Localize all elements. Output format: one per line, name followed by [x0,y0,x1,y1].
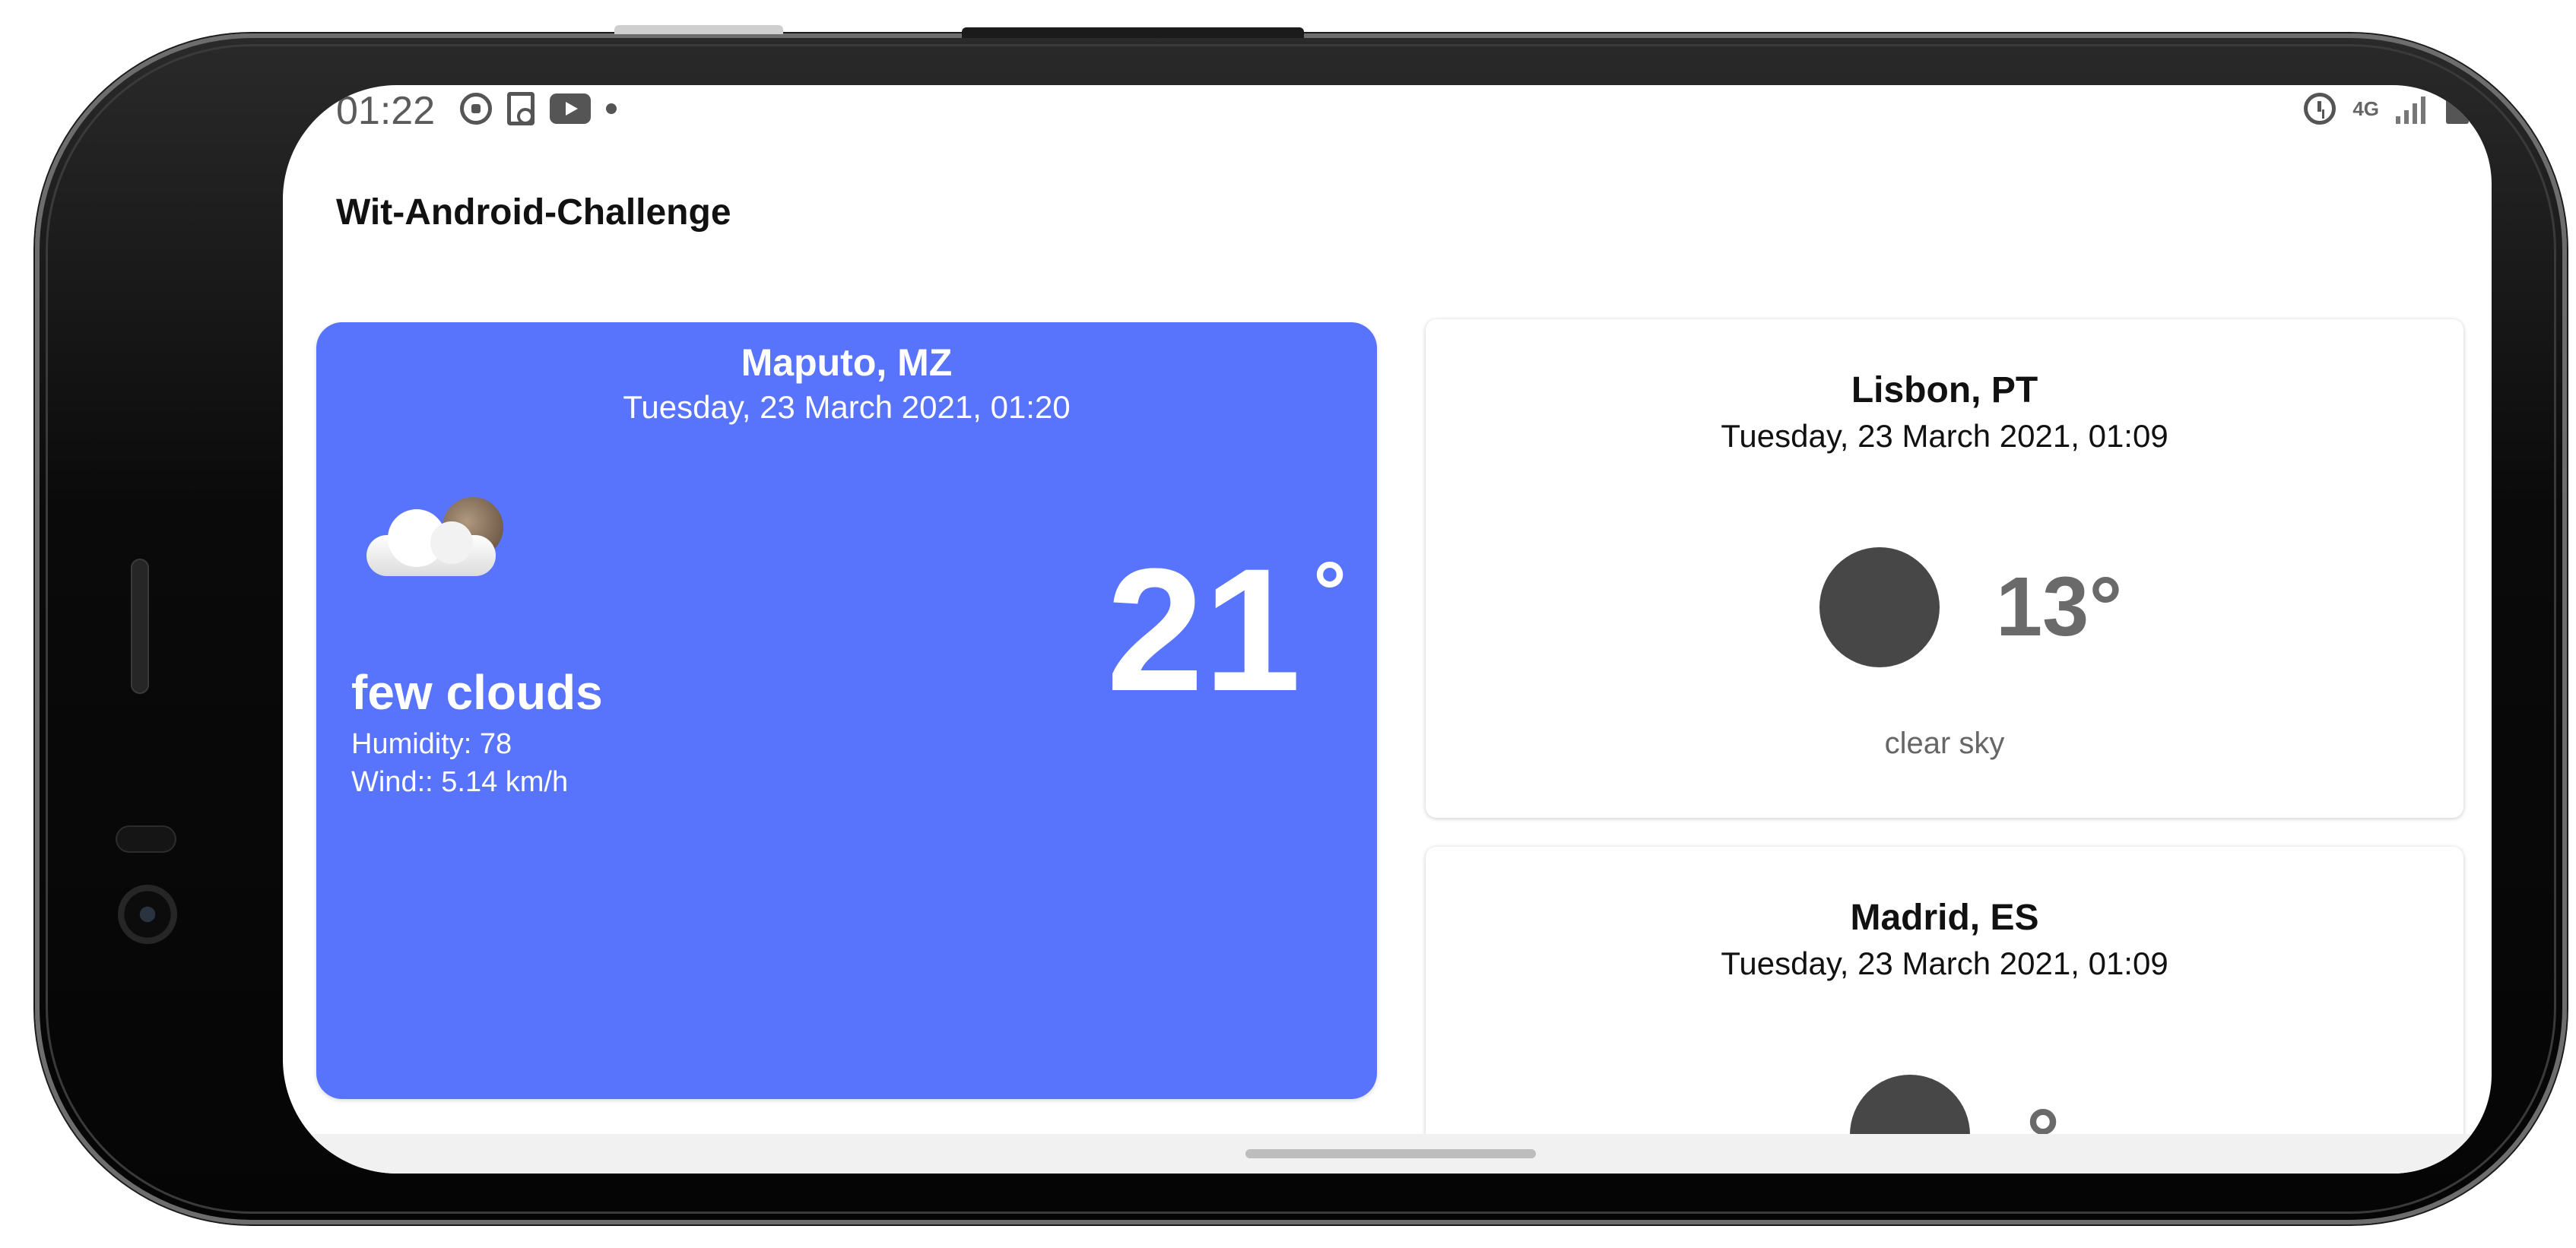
document-search-icon [507,92,535,125]
battery-icon [2446,93,2469,124]
card-city: Maputo, MZ [741,341,953,384]
status-time: 01:22 [336,89,436,133]
app-title: Wit-Android-Challenge [336,192,731,233]
card-city: Madrid, ES [1850,898,2039,938]
weather-description: clear sky [1884,727,2005,760]
whatsapp-icon [460,93,492,125]
front-camera [118,885,177,944]
moon-icon [1819,547,1940,667]
navigation-bar [283,1134,2492,1174]
city-weather-card[interactable]: Madrid, ES Tuesday, 23 March 2021, 01:09… [1426,847,2463,1174]
card-date: Tuesday, 23 March 2021, 01:09 [1721,946,2168,981]
phone-button [614,25,783,34]
humidity-label: Humidity: 78 [351,728,512,760]
speaker-grille [131,559,149,694]
network-4g-icon: 4G [2352,97,2379,120]
current-weather-card[interactable]: Maputo, MZ Tuesday, 23 March 2021, 01:20… [316,322,1377,1099]
card-date: Tuesday, 23 March 2021, 01:09 [1721,418,2168,454]
card-temperature: 13° [1996,560,2123,654]
weather-description: few clouds [351,665,603,720]
wind-label: Wind:: 5.14 km/h [351,766,569,798]
degree-symbol: ° [1313,545,1347,638]
phone-screen: 01:22 4G Wit-Android-Challenge Maputo, M… [283,85,2492,1174]
proximity-sensor [116,825,176,853]
few-clouds-night-icon [366,497,511,581]
youtube-icon [550,93,591,124]
phone-button [962,27,1304,38]
alarm-icon [2304,93,2336,125]
dot-icon [606,103,617,114]
city-weather-card[interactable]: Lisbon, PT Tuesday, 23 March 2021, 01:09… [1426,319,2463,818]
card-temperature: 21 [1106,532,1301,727]
notification-icons [460,90,617,128]
card-date: Tuesday, 23 March 2021, 01:20 [623,389,1071,425]
system-icons: 4G [2304,90,2469,128]
home-gesture-handle[interactable] [1245,1149,1536,1158]
status-bar: 01:22 4G [283,85,2492,133]
card-city: Lisbon, PT [1851,370,2038,410]
signal-icon [2396,93,2429,124]
